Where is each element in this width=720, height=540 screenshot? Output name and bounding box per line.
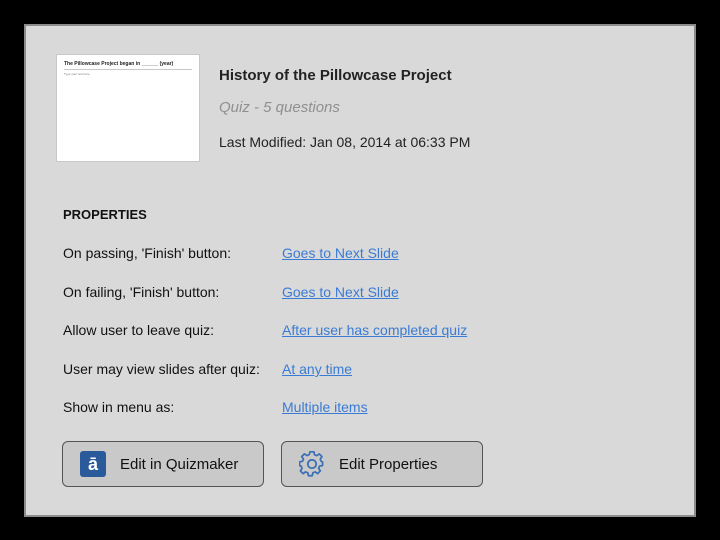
thumbnail-divider <box>64 69 192 70</box>
quiz-subtitle: Quiz - 5 questions <box>219 99 340 116</box>
properties-heading: PROPERTIES <box>63 207 147 222</box>
thumbnail-subtitle: Type your text here <box>64 72 90 76</box>
property-label-on-passing: On passing, 'Finish' button: <box>63 245 231 261</box>
slide-thumbnail[interactable]: The Pillowcase Project began in ______ (… <box>56 54 200 162</box>
property-link-show-in-menu[interactable]: Multiple items <box>282 399 368 415</box>
property-link-on-passing[interactable]: Goes to Next Slide <box>282 245 399 261</box>
property-link-leave-quiz[interactable]: After user has completed quiz <box>282 322 467 338</box>
property-label-show-in-menu: Show in menu as: <box>63 399 175 415</box>
last-modified: Last Modified: Jan 08, 2014 at 06:33 PM <box>219 134 471 150</box>
quiz-title: History of the Pillowcase Project <box>219 67 452 84</box>
edit-properties-label: Edit Properties <box>339 455 438 473</box>
property-label-on-failing: On failing, 'Finish' button: <box>63 284 220 300</box>
edit-properties-button[interactable]: Edit Properties <box>281 441 483 487</box>
property-label-leave-quiz: Allow user to leave quiz: <box>63 322 214 338</box>
property-link-view-slides[interactable]: At any time <box>282 361 352 377</box>
quizmaker-icon: ā <box>79 450 107 478</box>
gear-icon <box>298 450 326 478</box>
quiz-info-panel: The Pillowcase Project began in ______ (… <box>24 24 696 517</box>
property-label-view-slides: User may view slides after quiz: <box>63 361 260 377</box>
edit-in-quizmaker-button[interactable]: ā Edit in Quizmaker <box>62 441 264 487</box>
edit-in-quizmaker-label: Edit in Quizmaker <box>120 455 239 473</box>
thumbnail-title: The Pillowcase Project began in ______ (… <box>64 61 174 67</box>
property-link-on-failing[interactable]: Goes to Next Slide <box>282 284 399 300</box>
